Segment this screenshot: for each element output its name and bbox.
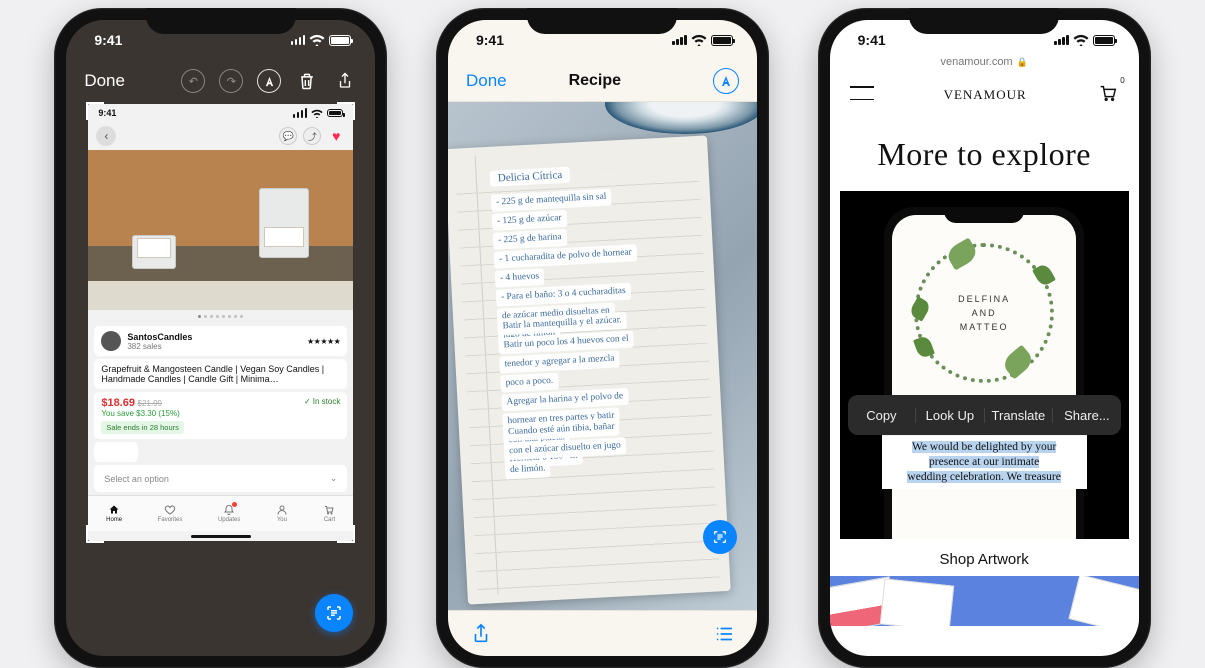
markup-pen-button[interactable] — [713, 68, 739, 94]
menu-translate[interactable]: Translate — [985, 408, 1054, 423]
menu-lookup[interactable]: Look Up — [916, 408, 985, 423]
tab-favorites[interactable]: Favorites — [158, 504, 183, 523]
tab-home[interactable]: Home — [106, 504, 122, 523]
comment-icon[interactable]: 💬 — [279, 127, 297, 145]
wifi-icon — [309, 34, 325, 46]
markup-pen-button[interactable] — [257, 69, 281, 93]
status-time: 9:41 — [94, 32, 122, 48]
hero-title: More to explore — [840, 136, 1129, 173]
original-price: $21.99 — [138, 399, 162, 408]
undo-button[interactable]: ↶ — [181, 69, 205, 93]
shop-artwork-label[interactable]: Shop Artwork — [830, 551, 1139, 568]
wifi-icon — [1073, 34, 1089, 46]
menu-copy[interactable]: Copy — [848, 408, 917, 423]
status-time: 9:41 — [476, 32, 504, 48]
text-context-menu: Copy Look Up Translate Share... — [848, 395, 1121, 435]
site-header: venamour 0 — [830, 74, 1139, 112]
volume-label: Volume — [94, 442, 138, 462]
notch — [527, 8, 677, 34]
notebook-photo[interactable]: Delicia Cítrica - 225 g de mantequilla s… — [448, 102, 757, 610]
finishing-highlight[interactable]: Cuando esté aún tibia, bañarcon el azúca… — [503, 418, 628, 481]
selected-text[interactable]: We would be delighted by your presence a… — [882, 435, 1087, 489]
wifi-icon — [691, 34, 707, 46]
chevron-down-icon: ⌄ — [330, 473, 338, 484]
signal-icon — [672, 35, 687, 45]
tab-updates[interactable]: Updates — [218, 504, 240, 523]
brand-logo[interactable]: venamour — [944, 83, 1027, 104]
price: $18.69 — [101, 397, 135, 409]
seller-row[interactable]: SantosCandles 382 sales ★★★★★ — [94, 326, 347, 356]
seller-avatar — [101, 331, 121, 351]
carousel-dots[interactable] — [88, 310, 353, 322]
option-select[interactable]: Select an option⌄ — [94, 465, 347, 492]
seller-sales: 382 sales — [127, 342, 192, 351]
screenshot-content: 9:41 ‹ 💬 ⤴ ♥ — [88, 104, 353, 541]
savings-text: You save $3.30 (15%) — [101, 409, 294, 418]
wreath-illustration: DELFINA AND MATTEO — [914, 243, 1054, 383]
share-icon[interactable] — [470, 623, 492, 645]
tab-you[interactable]: You — [276, 504, 288, 523]
done-button[interactable]: Done — [84, 71, 125, 91]
notch — [146, 8, 296, 34]
status-time: 9:41 — [858, 32, 886, 48]
cart-count: 0 — [1120, 76, 1124, 85]
seller-name: SantosCandles — [127, 332, 192, 342]
tab-cart[interactable]: Cart — [323, 504, 335, 523]
favorite-heart-icon[interactable]: ♥ — [327, 127, 345, 145]
back-button[interactable]: ‹ — [96, 126, 116, 146]
signal-icon — [291, 35, 306, 45]
phone-screenshot-editor: 9:41 Done ↶ ↷ — [54, 8, 387, 668]
battery-icon — [711, 35, 733, 46]
price-box: $18.69 $21.99 You save $3.30 (15%) Sale … — [94, 392, 347, 439]
menu-button[interactable] — [850, 86, 874, 100]
list-icon[interactable] — [713, 623, 735, 645]
battery-icon — [1093, 35, 1115, 46]
markup-toolbar: Done ↶ ↷ — [66, 60, 375, 102]
live-text-fab[interactable] — [315, 594, 353, 632]
note-title: Recipe — [487, 72, 703, 90]
phone-notes-recipe: 9:41 Done Recipe Delicia Cítrica - 225 g… — [436, 8, 769, 668]
share-button[interactable] — [333, 69, 357, 93]
menu-share[interactable]: Share... — [1053, 408, 1121, 423]
tab-bar: Home Favorites Updates You Cart — [88, 495, 353, 531]
share-mini-icon[interactable]: ⤴ — [303, 127, 321, 145]
artwork-card[interactable]: DELFINA AND MATTEO 09.21.2021 Copy Look … — [840, 191, 1129, 539]
phone-safari-website: 9:41 venamour.com🔒 venamour 0 More to ex… — [818, 8, 1151, 668]
sale-ends-badge: Sale ends in 28 hours — [101, 421, 184, 434]
footer-carousel[interactable] — [830, 576, 1139, 626]
trash-button[interactable] — [295, 69, 319, 93]
crop-area[interactable]: 9:41 ‹ 💬 ⤴ ♥ — [88, 104, 353, 541]
battery-icon — [329, 35, 351, 46]
cart-button[interactable]: 0 — [1097, 82, 1119, 104]
signal-icon — [1054, 35, 1069, 45]
invitation-mockup: DELFINA AND MATTEO 09.21.2021 — [884, 207, 1084, 539]
notch — [909, 8, 1059, 34]
live-text-fab[interactable] — [703, 520, 737, 554]
notes-toolbar: Done Recipe — [448, 60, 757, 102]
notes-bottom-bar — [448, 610, 757, 656]
product-title: Grapefruit & Mangosteen Candle | Vegan S… — [94, 359, 347, 389]
redo-button[interactable]: ↷ — [219, 69, 243, 93]
rating-stars: ★★★★★ — [307, 337, 340, 346]
product-photo — [88, 150, 353, 310]
in-stock-badge: ✓ In stock — [304, 397, 340, 406]
